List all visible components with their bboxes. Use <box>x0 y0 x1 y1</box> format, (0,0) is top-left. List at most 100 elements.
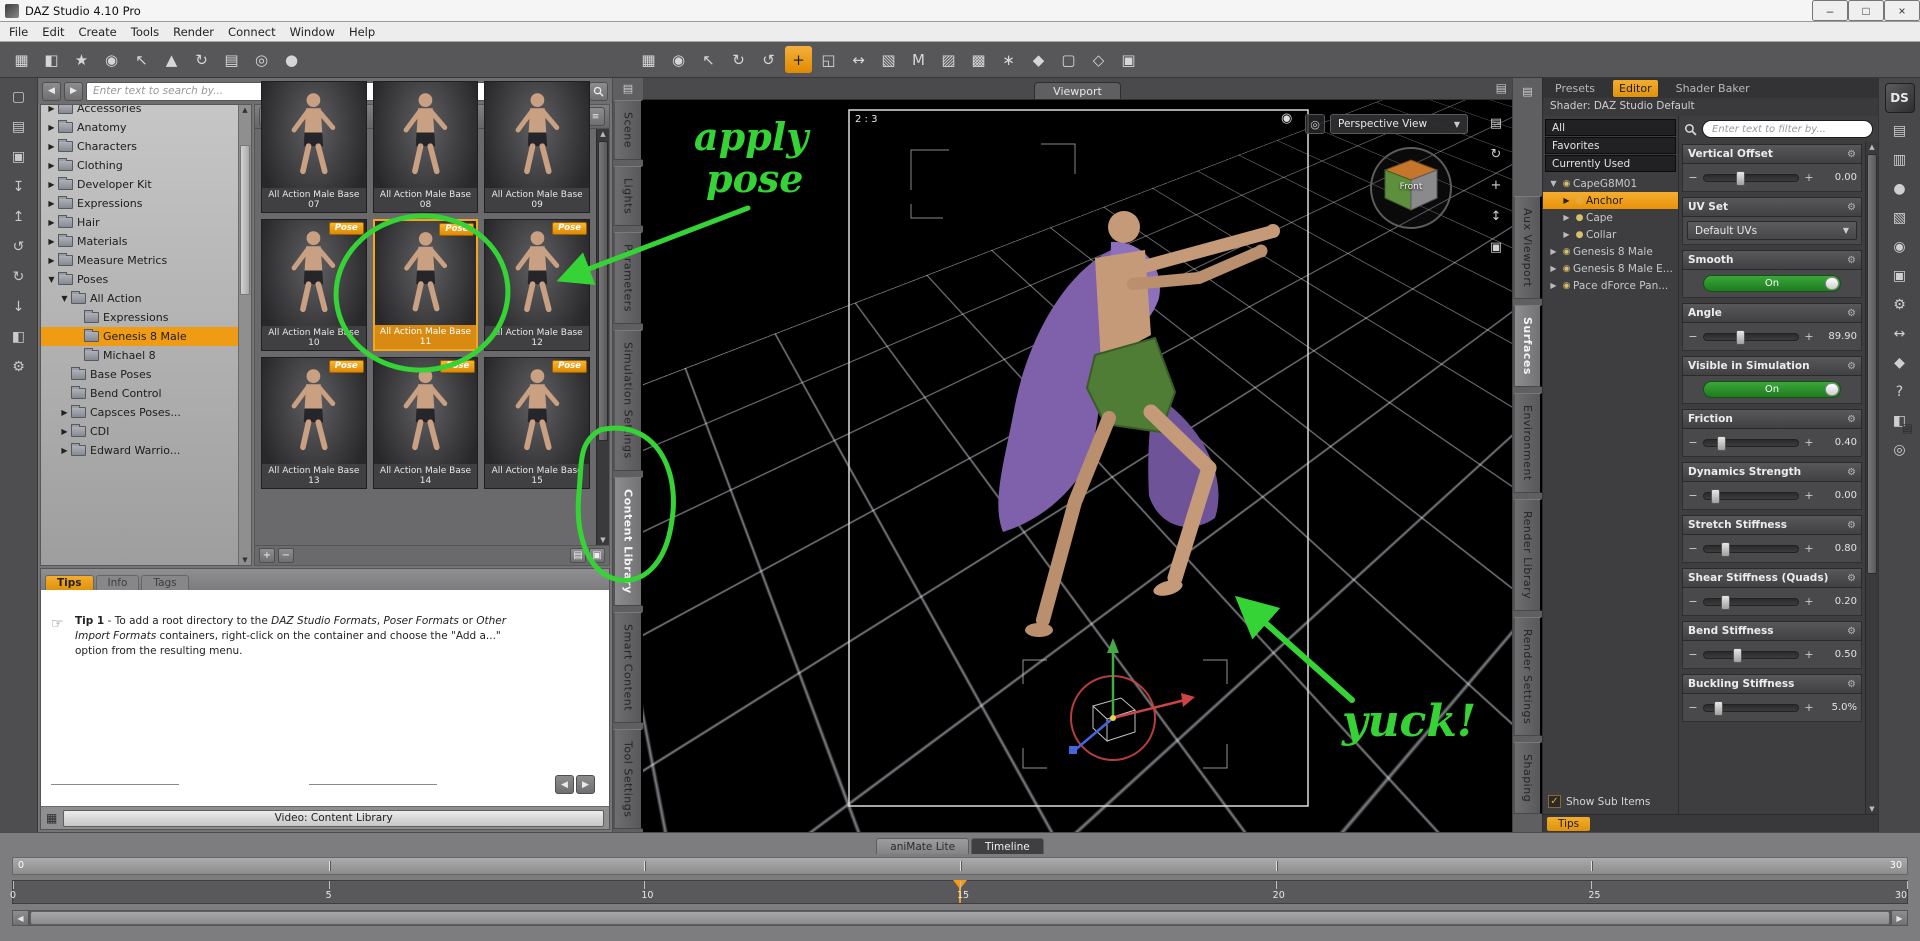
toggle-switch[interactable]: On <box>1703 275 1841 292</box>
tree-row[interactable]: Genesis 8 Male <box>41 327 238 346</box>
nudge-plus-button[interactable]: + <box>1803 436 1815 449</box>
gear-icon[interactable]: ⚙ <box>1847 308 1856 319</box>
expander-icon[interactable]: ▶ <box>45 199 58 208</box>
twist-tool-icon[interactable]: ↺ <box>755 46 782 73</box>
viewport-grid-icon[interactable]: ▦ <box>635 46 662 73</box>
pose-thumbnail[interactable]: Pose All Action Male Base 11 <box>372 219 479 351</box>
pose-tool-icon[interactable]: ◇ <box>1085 46 1112 73</box>
quick-filter-row[interactable]: Currently Used <box>1545 155 1676 172</box>
open-file-icon[interactable]: ▤ <box>6 116 32 138</box>
tree-row[interactable]: ▶ Expressions <box>41 194 238 213</box>
import-icon[interactable]: ↧ <box>6 176 32 198</box>
timeline-tab[interactable]: aniMate Lite <box>876 838 970 854</box>
tree-row[interactable]: ▼ All Action <box>41 289 238 308</box>
menu-item[interactable]: Window <box>283 23 342 41</box>
pose-thumbnail[interactable]: Pose All Action Male Base 13 <box>261 357 367 489</box>
perspective-icon[interactable]: ◉ <box>665 46 692 73</box>
region-tool-icon[interactable]: ▢ <box>1055 46 1082 73</box>
pan-icon[interactable]: + <box>1484 174 1508 196</box>
nudge-minus-button[interactable]: − <box>1687 648 1699 661</box>
menu-item[interactable]: Edit <box>35 23 71 41</box>
menu-item[interactable]: Help <box>342 23 382 41</box>
surface-select-icon[interactable]: ▧ <box>875 46 902 73</box>
side-tab[interactable]: Scene <box>613 100 643 161</box>
side-tab[interactable]: Surfaces <box>1513 305 1542 388</box>
expander-icon[interactable]: ▶ <box>1560 213 1573 222</box>
property-header[interactable]: Visible in Simulation ⚙ <box>1682 356 1862 376</box>
slider-track[interactable] <box>1703 647 1799 663</box>
tips-tab[interactable]: Tips <box>45 575 94 590</box>
slider-track[interactable] <box>1703 594 1799 610</box>
new-file-icon[interactable]: ▢ <box>6 86 32 108</box>
nudge-plus-button[interactable]: + <box>1803 489 1815 502</box>
install-icon[interactable]: ↓ <box>6 296 32 318</box>
favorites-tool-icon[interactable]: ★ <box>68 46 95 73</box>
side-tab[interactable]: Lights <box>613 166 643 227</box>
camera-icon[interactable]: ▣ <box>1115 46 1142 73</box>
pane-menu-icon[interactable]: ▤ <box>613 82 643 95</box>
quick-filter-row[interactable]: Favorites <box>1545 137 1676 154</box>
scroll-up-icon[interactable]: ▲ <box>239 106 251 114</box>
pose-thumbnail[interactable]: Pose All Action Male Base 14 <box>372 357 479 489</box>
side-tab[interactable]: Smart Content <box>613 611 643 723</box>
slider-track[interactable] <box>1703 488 1799 504</box>
timeline-scroll-thumb[interactable] <box>31 912 1889 924</box>
slider-handle[interactable] <box>1720 594 1730 610</box>
slider-track[interactable] <box>1703 541 1799 557</box>
save-icon[interactable]: ▣ <box>6 146 32 168</box>
export-icon[interactable]: ↥ <box>6 206 32 228</box>
globe-icon[interactable]: ◉ <box>1281 111 1292 126</box>
side-tab[interactable]: Render Library <box>1513 498 1542 611</box>
property-header[interactable]: Vertical Offset ⚙ <box>1682 144 1862 164</box>
nudge-minus-button[interactable]: − <box>1687 489 1699 502</box>
slider-handle[interactable] <box>1720 541 1730 557</box>
expander-icon[interactable]: ▼ <box>45 275 58 284</box>
tree-row[interactable]: ▶ Edward Warrio... <box>41 441 238 460</box>
pose-thumbnail[interactable]: Pose All Action Male Base 15 <box>484 357 590 489</box>
dolly-icon[interactable]: ↕ <box>1484 205 1508 227</box>
pose-thumbnail[interactable]: All Action Male Base 09 <box>484 81 590 213</box>
expander-icon[interactable]: ▶ <box>1547 247 1560 256</box>
nudge-plus-button[interactable]: + <box>1803 595 1815 608</box>
audio-tool-icon[interactable]: ● <box>278 46 305 73</box>
expander-icon[interactable]: ▶ <box>58 427 71 436</box>
menu-item[interactable]: Render <box>166 23 221 41</box>
property-header[interactable]: Shear Stiffness (Quads) ⚙ <box>1682 568 1862 588</box>
surface-tree-row[interactable]: ▶ ◉ Genesis 8 Male E... <box>1543 260 1678 277</box>
expander-icon[interactable]: ▶ <box>45 123 58 132</box>
scroll-down-icon[interactable]: ▼ <box>597 536 609 544</box>
gear-icon[interactable]: ⚙ <box>1847 361 1856 372</box>
nudge-plus-button[interactable]: + <box>1803 648 1815 661</box>
pane-menu-icon[interactable]: ▤ <box>1513 82 1542 100</box>
node-select-icon[interactable]: ↖ <box>695 46 722 73</box>
side-tab[interactable]: Aux Viewport <box>1513 196 1542 300</box>
nudge-minus-button[interactable]: − <box>1687 595 1699 608</box>
tree-row[interactable]: ▶ CDI <box>41 422 238 441</box>
tree-row[interactable]: ▶ Clothing <box>41 156 238 175</box>
menu-item[interactable]: File <box>2 23 35 41</box>
surface-tree-row[interactable]: ▶ ● Collar <box>1543 226 1678 243</box>
tree-row[interactable]: Base Poses <box>41 365 238 384</box>
expander-icon[interactable]: ▶ <box>45 237 58 246</box>
tree-row[interactable]: ▶ Developer Kit <box>41 175 238 194</box>
scroll-down-icon[interactable]: ▼ <box>1866 805 1878 813</box>
timeline-ruler[interactable]: 0 5 10 15 20 25 30 <box>10 880 1908 904</box>
expander-icon[interactable]: ▶ <box>45 218 58 227</box>
quick-filter-row[interactable]: All <box>1545 119 1676 136</box>
gear-icon[interactable]: ⚙ <box>1847 467 1856 478</box>
surface-tree-row[interactable]: ▶ ● Cape <box>1543 209 1678 226</box>
expander-icon[interactable]: ▶ <box>45 161 58 170</box>
side-tab[interactable]: Content Library <box>613 476 643 606</box>
side-tab[interactable]: Tool Settings <box>613 728 643 830</box>
surfaces-tab[interactable]: Editor <box>1613 79 1658 97</box>
property-header[interactable]: Stretch Stiffness ⚙ <box>1682 515 1862 535</box>
undo-icon[interactable]: ↺ <box>6 236 32 258</box>
menu-item[interactable]: Create <box>72 23 124 41</box>
property-header[interactable]: Buckling Stiffness ⚙ <box>1682 674 1862 694</box>
camera-cycle-icon[interactable]: ◎ <box>1305 114 1325 134</box>
properties-scrollbar[interactable]: ▲ ▼ <box>1865 142 1878 814</box>
expander-icon[interactable]: ▶ <box>1547 281 1560 290</box>
gear-icon[interactable]: ⚙ <box>1847 626 1856 637</box>
utility-icon[interactable]: ⚙ <box>6 356 32 378</box>
slider-handle[interactable] <box>1716 435 1726 451</box>
